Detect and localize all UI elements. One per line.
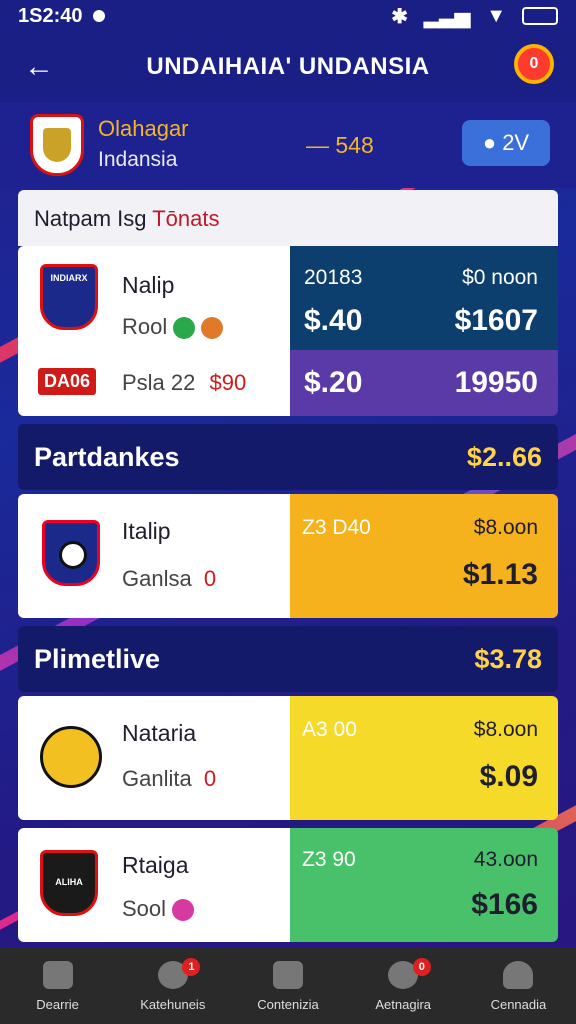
card-1-sub: Rool [122, 314, 224, 340]
nav-item-profile[interactable]: Cennadia [461, 948, 576, 1024]
profile-icon [503, 960, 534, 989]
card-4-sub: Sool [122, 896, 195, 922]
notification-badge: 1 [182, 958, 201, 976]
mode-toggle-button[interactable]: ● 2V [462, 120, 550, 166]
match-card-4[interactable]: ALIHA Rtaiga Sool Z3 90 43.oon $166 [18, 828, 558, 942]
nav-item-chat[interactable]: 0 Aetnagira [346, 948, 461, 1024]
match-card-2[interactable]: Italip Ganlsa 0 Z3 D40 $8.oon $1.13 [18, 494, 558, 618]
medal-icon[interactable]: 0 [514, 44, 554, 84]
battery-icon [522, 7, 558, 25]
card-4-odds[interactable]: Z3 90 43.oon $166 [290, 828, 558, 942]
home-icon [42, 960, 73, 989]
match-card-1[interactable]: INDIARX Nalip Rool DA06 Psla 22 $90 2018… [18, 246, 558, 416]
toggle-icon: ● [482, 130, 497, 155]
card-3-name: Nataria [122, 720, 197, 746]
team-name: Olahagar [98, 116, 189, 141]
team-header: Olahagar Indansia — 548 ● 2V [0, 102, 576, 188]
club-crest-icon [40, 726, 102, 788]
club-crest-icon: ALIHA [40, 850, 98, 916]
tag-badge: DA06 [38, 368, 97, 395]
team-score: — 548 [306, 132, 374, 158]
page-title: UNDAIHAIA' UNDANSIA [146, 53, 430, 80]
card-2-sub: Ganlsa 0 [122, 566, 217, 591]
bluetooth-icon: ✱ [391, 5, 409, 28]
signal-icon: ▂▃▅ [424, 5, 471, 28]
arrow-left-icon[interactable]: ← [24, 50, 54, 84]
card-2-odds[interactable]: Z3 D40 $8.oon $1.13 [290, 494, 558, 618]
team-crest-icon [30, 114, 84, 176]
club-crest-icon: INDIARX [40, 264, 98, 330]
nav-item-home[interactable]: Dearrie [0, 948, 115, 1024]
notification-dot-icon [92, 10, 105, 22]
card-2-name: Italip [122, 518, 171, 544]
card-4-team: ALIHA Rtaiga Sool [18, 828, 290, 942]
section-header-1: Natpam Isg Tōnats [18, 190, 558, 246]
team-subtitle: Indansia [98, 148, 178, 171]
notification-badge: 0 [412, 958, 431, 976]
bottom-nav: Dearrie 1 Katehuneis Contenizia 0 Aetnag… [0, 948, 576, 1024]
card-1-league: Psla 22 $90 [122, 370, 247, 395]
card-2-team: Italip Ganlsa 0 [18, 494, 290, 618]
section-header-3: Plimetlive $3.78 [18, 626, 558, 692]
nav-item-matches[interactable]: 1 Katehuneis [115, 948, 230, 1024]
nav-item-content[interactable]: Contenizia [230, 948, 345, 1024]
wifi-icon: ▼ [486, 4, 506, 27]
section-header-2: Partdankes $2..66 [18, 424, 558, 490]
card-1-team: INDIARX Nalip Rool DA06 Psla 22 $90 [18, 246, 290, 416]
club-crest-icon [42, 520, 100, 586]
app-header: ← UNDAIHAIA' UNDANSIA 0 [0, 32, 576, 102]
card-4-name: Rtaiga [122, 852, 189, 878]
card-1-odds[interactable]: 20183 $0 noon $.40 $1607 $.20 19950 [290, 246, 558, 416]
small-badge-icon [173, 317, 196, 340]
list-icon [273, 960, 303, 989]
card-3-team: Nataria Ganlita 0 [18, 696, 290, 820]
status-bar: 1S2:40 ✱ ▂▃▅ ▼ [0, 0, 576, 32]
clock: 1S2:40 [18, 4, 83, 27]
card-1-name: Nalip [122, 272, 175, 298]
card-3-odds[interactable]: A3 00 $8.oon $.09 [290, 696, 558, 820]
card-3-sub: Ganlita 0 [122, 766, 217, 791]
small-badge-icon [172, 899, 195, 922]
match-card-3[interactable]: Nataria Ganlita 0 A3 00 $8.oon $.09 [18, 696, 558, 820]
small-badge-icon [201, 317, 224, 340]
